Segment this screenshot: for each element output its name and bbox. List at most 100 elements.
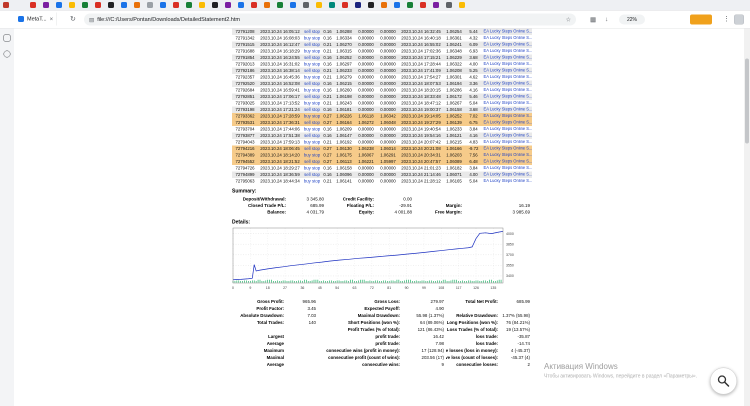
- panels-icon[interactable]: [3, 34, 11, 42]
- cell-stop-loss: 0.00000: [358, 88, 374, 93]
- pinned-tab[interactable]: [147, 2, 153, 8]
- stat-value: 16.42: [432, 333, 444, 339]
- profile-avatar[interactable]: [734, 14, 744, 25]
- cell-size: 0.16: [323, 166, 332, 171]
- pinned-tab[interactable]: [329, 2, 335, 8]
- cell-profit: 3.68: [469, 55, 478, 60]
- pinned-tab[interactable]: [277, 2, 283, 8]
- cell-ticket: 72791208: [235, 29, 255, 34]
- pinned-tab[interactable]: [251, 2, 257, 8]
- cell-size: 0.16: [323, 172, 332, 177]
- pinned-tab[interactable]: [381, 2, 387, 8]
- pinned-tab[interactable]: [108, 2, 114, 8]
- cell-stop-loss: 0.00000: [358, 49, 374, 54]
- pinned-tab[interactable]: [173, 2, 179, 8]
- address-bar[interactable]: ▤ file:///C:/Users/Pontan/Downloads/Deta…: [84, 13, 576, 26]
- pinned-tab[interactable]: [186, 2, 192, 8]
- stat-label: consecutive wins:: [362, 361, 400, 367]
- browser-toolbar: MetaT... × ↻ ▤ file:///C:/Users/Pontan/D…: [0, 10, 750, 29]
- pinned-tab[interactable]: [95, 2, 101, 8]
- cell-ticket: 72793704: [235, 127, 255, 132]
- pinned-tab[interactable]: [342, 2, 348, 8]
- cell-ticket: 72795063: [235, 179, 255, 184]
- active-tab[interactable]: MetaT... ×: [15, 12, 57, 26]
- pinned-tab[interactable]: [212, 2, 218, 8]
- pinned-tab[interactable]: [355, 2, 361, 8]
- pinned-tab[interactable]: [43, 2, 49, 8]
- pinned-tab[interactable]: [303, 2, 309, 8]
- pinned-tab[interactable]: [30, 2, 36, 8]
- download-icon[interactable]: ↓: [605, 15, 608, 23]
- pinned-tab[interactable]: [121, 2, 127, 8]
- stat-label: consecutive losses:: [456, 361, 498, 367]
- cell-comment: EA Lucky Steps Online S...: [483, 127, 533, 132]
- cell-open-time: 2023.10.24 17:21:24: [260, 107, 300, 112]
- favorites-icon[interactable]: [3, 50, 11, 58]
- cell-close-price: 1.06172: [446, 94, 462, 99]
- pinned-tab[interactable]: [238, 2, 244, 8]
- cell-profit: 5.04: [469, 179, 478, 184]
- promo-badge[interactable]: [690, 14, 712, 25]
- pinned-tab[interactable]: [69, 2, 75, 8]
- file-icon: ▤: [89, 16, 95, 23]
- pinned-tab[interactable]: [407, 2, 413, 8]
- pinned-tab[interactable]: [56, 2, 62, 8]
- extensions-icon[interactable]: ▦: [590, 16, 596, 24]
- tab-close-icon[interactable]: ×: [50, 16, 54, 23]
- cell-close-price: 1.06071: [446, 172, 462, 177]
- scrollbar-thumb[interactable]: [745, 58, 749, 144]
- cell-close-price: 1.06361: [446, 36, 462, 41]
- cell-size: 0.21: [323, 49, 332, 54]
- pinned-tab[interactable]: [199, 2, 205, 8]
- pinned-tab[interactable]: [368, 2, 374, 8]
- cell-take-profit: 0.00000: [380, 55, 396, 60]
- pinned-tab[interactable]: [264, 2, 270, 8]
- menu-kebab-icon[interactable]: ⋮: [723, 15, 730, 24]
- cell-ticket: 72792013: [235, 62, 255, 67]
- cell-close-price: 1.06229: [446, 55, 462, 60]
- pinned-tab[interactable]: [160, 2, 166, 8]
- cell-size: 0.16: [323, 81, 332, 86]
- stat-value: [284, 340, 318, 347]
- magnifier-button[interactable]: [710, 367, 737, 395]
- metatrader-favicon: [18, 16, 24, 22]
- pinned-tab[interactable]: [225, 2, 231, 8]
- stat-label: Long Positions (won %):: [446, 319, 498, 325]
- scrollbar[interactable]: [744, 28, 750, 406]
- pinned-tab[interactable]: [134, 2, 140, 8]
- pinned-tab[interactable]: [433, 2, 439, 8]
- reload-icon[interactable]: ↻: [70, 15, 76, 24]
- cell-close-time: 2023.10.24 16:55:02: [401, 42, 441, 47]
- browser-menu-icon[interactable]: [3, 2, 9, 8]
- cell-take-profit: 0.00000: [380, 81, 396, 86]
- pinned-tab[interactable]: [394, 2, 400, 8]
- pinned-tab[interactable]: [82, 2, 88, 8]
- stat-label: Maximal Drawdown:: [357, 312, 400, 318]
- pinned-tab[interactable]: [446, 2, 452, 8]
- cell-open-time: 2023.10.24 18:06:45: [260, 146, 300, 151]
- svg-text:45: 45: [318, 286, 322, 290]
- stat-value: 121 (86.43%): [417, 326, 444, 332]
- pinned-tab[interactable]: [316, 2, 322, 8]
- stat-label: Maximum: [263, 347, 284, 353]
- cell-close-time: 2023.10.24 16:40:18: [401, 36, 441, 41]
- zoom-badge[interactable]: 22%: [619, 14, 645, 25]
- stat-value: 64 (89.06%): [420, 319, 444, 325]
- url-text[interactable]: file:///C:/Users/Pontan/Downloads/Detail…: [97, 17, 562, 23]
- cell-open-price: 1.06130: [336, 146, 352, 151]
- svg-text:9: 9: [249, 286, 251, 290]
- stat-value: 3 985.69: [512, 209, 530, 215]
- cell-open-time: 2023.10.24 16:45:36: [260, 75, 300, 80]
- stat-label: [446, 305, 498, 312]
- cell-take-profit: 0.00000: [380, 36, 396, 41]
- cell-close-price: 1.06252: [446, 114, 462, 119]
- cell-take-profit: 0.00000: [380, 62, 396, 67]
- pinned-tab[interactable]: [420, 2, 426, 8]
- cell-order-type: buy stop: [303, 140, 321, 145]
- cell-open-price: 1.06198: [336, 94, 352, 99]
- cell-profit: 4.83: [469, 140, 478, 145]
- browser-window: MetaT... × ↻ ▤ file:///C:/Users/Pontan/D…: [0, 0, 750, 406]
- pinned-tab[interactable]: [459, 2, 465, 8]
- pinned-tab[interactable]: [290, 2, 296, 8]
- bookmark-star-icon[interactable]: ☆: [566, 16, 571, 23]
